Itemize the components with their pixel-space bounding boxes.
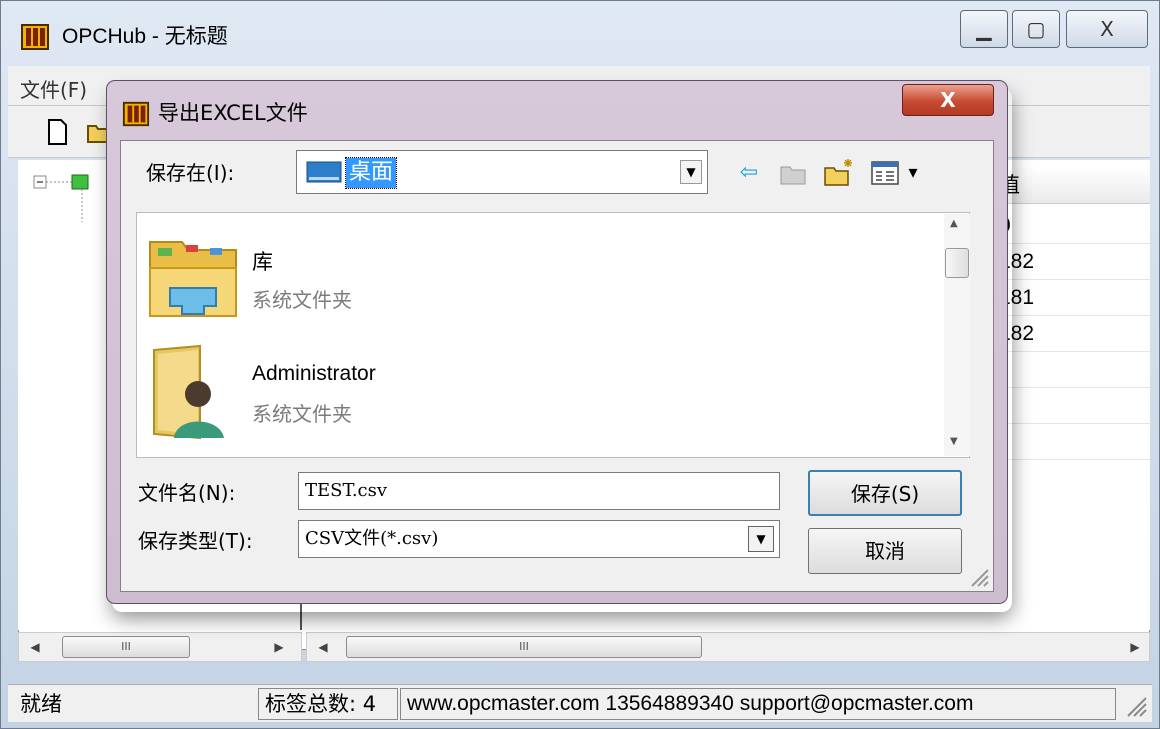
menu-file[interactable]: 文件(F) [20, 74, 87, 103]
back-icon[interactable]: ⇦ [734, 158, 764, 188]
list-item-name[interactable]: 库 [252, 246, 273, 276]
minimize-button[interactable]: ▁ [960, 10, 1008, 48]
list-row [990, 352, 1150, 388]
list-value: 181 [990, 280, 1150, 316]
value-column-header[interactable]: 值 [990, 166, 1150, 204]
dialog-title: 导出EXCEL文件 [158, 101, 308, 125]
list-scroll-thumb[interactable]: III [346, 636, 702, 658]
chevron-down-icon[interactable]: ▾ [900, 158, 926, 188]
list-value: 182 [990, 316, 1150, 352]
list-item-type: 系统文件夹 [252, 288, 352, 312]
dialog-close-button[interactable]: X [902, 84, 994, 116]
filetype-label: 保存类型(T): [138, 529, 253, 553]
desktop-icon [306, 161, 342, 183]
window-title: OPCHub - 无标题 [62, 25, 228, 48]
filetype-dropdown[interactable]: CSV文件(*.csv) [298, 520, 780, 558]
filename-label: 文件名(N): [138, 481, 236, 505]
status-ready: 就绪 [20, 692, 62, 716]
scroll-right-icon[interactable]: ▶ [268, 636, 290, 658]
tree-root-node-icon[interactable] [32, 172, 102, 232]
maximize-button[interactable]: ▢ [1012, 10, 1060, 48]
library-folder-icon[interactable] [146, 228, 242, 324]
list-value: 0 [990, 208, 1150, 244]
list-row [990, 388, 1150, 424]
up-folder-icon[interactable] [778, 158, 808, 188]
scroll-down-icon[interactable]: ▼ [950, 436, 958, 447]
scroll-up-icon[interactable]: ▲ [950, 218, 958, 229]
save-button[interactable]: 保存(S) [808, 470, 962, 516]
status-contact: www.opcmaster.com 13564889340 support@op… [400, 688, 1116, 720]
new-folder-icon[interactable] [822, 156, 856, 188]
save-in-label: 保存在(I): [146, 161, 235, 185]
filename-input[interactable]: TEST.csv [298, 472, 780, 510]
scroll-left-icon[interactable]: ◀ [24, 636, 46, 658]
resize-grip-icon[interactable] [1122, 692, 1148, 718]
resize-grip-icon[interactable] [966, 564, 990, 588]
save-in-value[interactable]: 桌面 [344, 157, 398, 189]
tree-scroll-thumb[interactable]: III [62, 636, 190, 658]
chevron-down-icon[interactable]: ▼ [748, 526, 774, 552]
list-item-type: 系统文件夹 [252, 402, 352, 426]
file-list-scroll-thumb[interactable] [945, 248, 969, 278]
new-file-icon[interactable] [44, 118, 70, 146]
view-menu-icon[interactable] [870, 160, 900, 186]
user-folder-icon[interactable] [144, 344, 240, 440]
app-icon [21, 24, 49, 50]
app-icon [122, 101, 150, 127]
list-row [990, 424, 1150, 460]
close-button[interactable]: X [1066, 10, 1148, 48]
list-value: 182 [990, 244, 1150, 280]
status-tag-count: 标签总数: 4 [258, 688, 398, 720]
cancel-button[interactable]: 取消 [808, 528, 962, 574]
list-item-name[interactable]: Administrator [252, 362, 376, 386]
scroll-left-icon[interactable]: ◀ [312, 636, 334, 658]
scroll-right-icon[interactable]: ▶ [1124, 636, 1146, 658]
chevron-down-icon[interactable]: ▼ [680, 160, 702, 184]
